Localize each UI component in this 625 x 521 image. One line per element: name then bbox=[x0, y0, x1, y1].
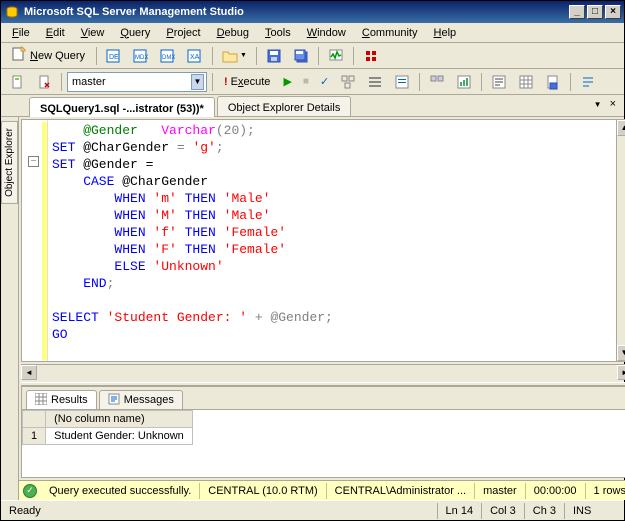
include-statistics-button[interactable] bbox=[452, 71, 476, 93]
display-estimated-plan-button[interactable] bbox=[336, 71, 360, 93]
new-query-label: ew Query bbox=[38, 50, 85, 62]
status-ins: INS bbox=[564, 503, 624, 519]
tab-sqlquery1[interactable]: SQLQuery1.sql -...istrator (53))* bbox=[29, 97, 215, 117]
save-button[interactable] bbox=[262, 45, 286, 67]
work-area: Object Explorer − @Gender Varchar(20); S… bbox=[1, 117, 624, 500]
standard-toolbar: New Query DE MDX DMX XA ▼ bbox=[1, 43, 624, 69]
menu-debug[interactable]: Debug bbox=[210, 25, 256, 41]
success-icon: ✓ bbox=[23, 484, 37, 498]
app-status-bar: Ready Ln 14 Col 3 Ch 3 INS bbox=[1, 500, 624, 520]
new-de-query-button[interactable]: DE bbox=[102, 45, 126, 67]
query-status-bar: ✓ Query executed successfully. CENTRAL (… bbox=[19, 480, 625, 500]
left-sidebar: Object Explorer bbox=[1, 117, 19, 500]
database-dropdown[interactable]: master ▼ bbox=[67, 72, 207, 92]
results-to-text-button[interactable] bbox=[487, 71, 511, 93]
user-info: CENTRAL\Administrator ... bbox=[327, 483, 475, 499]
activity-monitor-button[interactable] bbox=[324, 45, 348, 67]
minimize-button[interactable]: _ bbox=[569, 5, 585, 19]
registered-servers-button[interactable] bbox=[359, 45, 383, 67]
table-row[interactable]: 1 Student Gender: Unknown bbox=[23, 428, 193, 445]
cancel-executing-button[interactable]: ■ bbox=[299, 71, 313, 93]
elapsed-time: 00:00:00 bbox=[526, 483, 586, 499]
status-line: Ln 14 bbox=[437, 503, 482, 519]
svg-text:DE: DE bbox=[109, 54, 119, 61]
new-dmx-query-button[interactable]: DMX bbox=[156, 45, 180, 67]
menu-file[interactable]: File bbox=[5, 25, 37, 41]
results-to-grid-button[interactable] bbox=[514, 71, 538, 93]
save-all-button[interactable] bbox=[289, 45, 313, 67]
execute-icon: ! bbox=[224, 76, 228, 88]
execute-button[interactable]: ! Execute bbox=[218, 71, 276, 93]
status-ch: Ch 3 bbox=[524, 503, 564, 519]
query-status-message: Query executed successfully. bbox=[41, 483, 200, 499]
menu-help[interactable]: Help bbox=[427, 25, 464, 41]
results-tab[interactable]: Results bbox=[26, 390, 97, 409]
messages-tab[interactable]: Messages bbox=[99, 390, 183, 409]
change-connection-button[interactable] bbox=[32, 71, 56, 93]
vertical-scrollbar[interactable]: ▲ ▼ bbox=[616, 120, 625, 361]
open-file-button[interactable]: ▼ bbox=[218, 45, 251, 67]
horizontal-scrollbar[interactable]: ◄ ► bbox=[21, 364, 625, 380]
new-query-button[interactable]: New Query bbox=[5, 45, 91, 67]
svg-text:MDX: MDX bbox=[135, 55, 148, 61]
fold-icon[interactable]: − bbox=[28, 156, 39, 167]
results-to-file-button[interactable] bbox=[541, 71, 565, 93]
maximize-button[interactable]: □ bbox=[587, 5, 603, 19]
menu-query[interactable]: Query bbox=[113, 25, 157, 41]
scroll-left-icon[interactable]: ◄ bbox=[21, 365, 37, 380]
window-title: Microsoft SQL Server Management Studio bbox=[24, 6, 567, 18]
close-button[interactable]: × bbox=[605, 5, 621, 19]
query-options-button[interactable] bbox=[363, 71, 387, 93]
row-count: 1 rows bbox=[586, 483, 625, 499]
menu-community[interactable]: Community bbox=[355, 25, 425, 41]
grid-icon bbox=[35, 393, 47, 408]
scroll-up-icon[interactable]: ▲ bbox=[617, 120, 625, 136]
code-editor[interactable]: − @Gender Varchar(20); SET @CharGender =… bbox=[21, 119, 625, 362]
include-actual-plan-button[interactable] bbox=[425, 71, 449, 93]
scroll-down-icon[interactable]: ▼ bbox=[617, 345, 625, 361]
comment-lines-button[interactable] bbox=[576, 71, 600, 93]
parse-button[interactable]: ✓ bbox=[316, 71, 333, 93]
scroll-right-icon[interactable]: ► bbox=[617, 365, 625, 380]
new-xmla-query-button[interactable]: XA bbox=[183, 45, 207, 67]
results-grid[interactable]: (No column name) 1 Student Gender: Unkno… bbox=[22, 409, 625, 477]
new-mdx-query-button[interactable]: MDX bbox=[129, 45, 153, 67]
results-pane: Results Messages (No column name) 1 Stud… bbox=[21, 386, 625, 478]
close-tab-icon[interactable]: × bbox=[608, 98, 618, 111]
grid-corner bbox=[23, 411, 46, 428]
menu-bar: File Edit View Query Project Debug Tools… bbox=[1, 23, 624, 43]
menu-view[interactable]: View bbox=[74, 25, 112, 41]
server-info: CENTRAL (10.0 RTM) bbox=[200, 483, 326, 499]
title-bar: Microsoft SQL Server Management Studio _… bbox=[1, 1, 624, 23]
column-header[interactable]: (No column name) bbox=[46, 411, 193, 428]
document-tab-bar: SQLQuery1.sql -...istrator (53))* Object… bbox=[1, 95, 624, 117]
menu-edit[interactable]: Edit bbox=[39, 25, 72, 41]
cell-value: Student Gender: Unknown bbox=[46, 428, 193, 445]
db-info: master bbox=[475, 483, 526, 499]
svg-text:DMX: DMX bbox=[162, 55, 175, 61]
row-number: 1 bbox=[23, 428, 46, 445]
menu-tools[interactable]: Tools bbox=[258, 25, 298, 41]
svg-text:XA: XA bbox=[190, 54, 200, 61]
new-query-icon bbox=[11, 46, 27, 65]
debug-button[interactable]: ▶ bbox=[279, 71, 295, 93]
tab-object-explorer-details[interactable]: Object Explorer Details bbox=[217, 96, 352, 116]
database-selected: master bbox=[72, 76, 106, 88]
editor-content[interactable]: @Gender Varchar(20); SET @CharGender = '… bbox=[48, 120, 616, 361]
messages-icon bbox=[108, 393, 120, 408]
dropdown-arrow-icon: ▼ bbox=[191, 74, 204, 90]
menu-window[interactable]: Window bbox=[300, 25, 353, 41]
sql-editor-toolbar: master ▼ ! Execute ▶ ■ ✓ bbox=[1, 69, 624, 95]
intellisense-button[interactable] bbox=[390, 71, 414, 93]
ssms-app-icon bbox=[4, 4, 20, 20]
editor-gutter: − bbox=[22, 120, 48, 361]
status-ready: Ready bbox=[1, 503, 341, 519]
status-col: Col 3 bbox=[481, 503, 524, 519]
connect-button[interactable] bbox=[5, 71, 29, 93]
object-explorer-tab[interactable]: Object Explorer bbox=[1, 121, 18, 204]
active-files-dropdown-icon[interactable]: ▼ bbox=[592, 98, 604, 111]
menu-project[interactable]: Project bbox=[159, 25, 207, 41]
